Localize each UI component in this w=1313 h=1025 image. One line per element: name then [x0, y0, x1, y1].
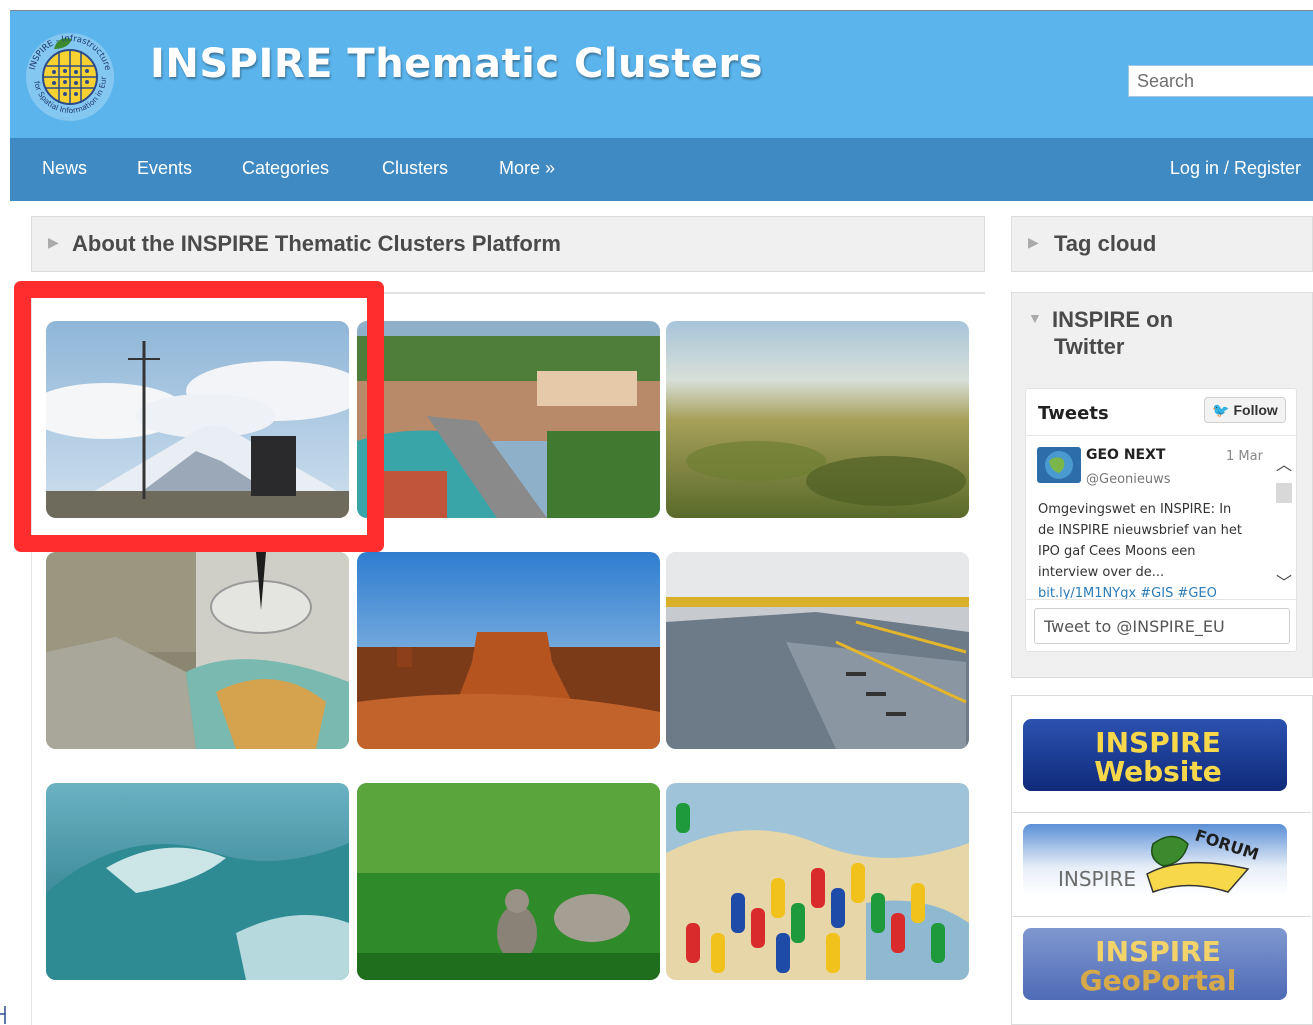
nav-events[interactable]: Events [137, 158, 192, 179]
divider [31, 292, 985, 294]
scrollbar-thumb[interactable] [1276, 483, 1292, 503]
tag-cloud-title: Tag cloud [1054, 231, 1157, 256]
main-nav: News Events Categories Clusters More » L… [10, 138, 1313, 201]
chevron-down-icon[interactable]: ﹀ [1276, 569, 1292, 593]
page-edge-mark-icon [0, 1006, 6, 1024]
tag-cloud-header[interactable]: ▶ Tag cloud [1011, 216, 1313, 272]
tweets-header: Tweets [1038, 403, 1109, 424]
site-title[interactable]: INSPIRE Thematic Clusters [150, 41, 763, 87]
tile-map-compass-relief[interactable] [46, 552, 349, 749]
login-register-link[interactable]: Log in / Register [1170, 158, 1301, 179]
inspire-forum-banner[interactable]: INSPIRE FORUM [1023, 824, 1287, 896]
tile-desert-mesa[interactable] [357, 552, 660, 749]
nav-news[interactable]: News [42, 158, 87, 179]
follow-label: Follow [1233, 402, 1278, 418]
tweet-date[interactable]: 1 Mar [1226, 449, 1263, 464]
nav-categories[interactable]: Categories [242, 158, 329, 179]
tweet-to-input[interactable]: Tweet to @INSPIRE_EU [1034, 608, 1290, 644]
tweet-line: Omgevingswet en INSPIRE: In [1038, 502, 1232, 517]
nav-more[interactable]: More » [499, 158, 555, 179]
banner-geoportal-line2: GeoPortal [1080, 964, 1237, 997]
banner-forum-word: INSPIRE [1058, 867, 1136, 891]
divider [1026, 599, 1298, 600]
tweet-scrollbar[interactable]: ︿ ﹀ [1274, 451, 1294, 601]
search-input[interactable] [1128, 65, 1313, 97]
twitter-bird-icon: 🐦 [1212, 402, 1230, 418]
divider [31, 294, 32, 1025]
tweet-line: de INSPIRE nieuwsbrief van het [1038, 523, 1243, 538]
tile-map-pins[interactable] [666, 783, 969, 980]
twitter-panel-title-2[interactable]: Twitter [1054, 334, 1124, 360]
tweet-text: Omgevingswet en INSPIRE: In de INSPIRE n… [1038, 499, 1242, 604]
chevron-up-icon[interactable]: ︿ [1276, 451, 1292, 475]
tweet-line: interview over de... [1038, 565, 1165, 580]
tile-aerial-landscape[interactable] [666, 321, 969, 518]
tweet-line: IPO gaf Cees Moons een [1038, 544, 1196, 559]
tile-ocean-wave[interactable] [46, 783, 349, 980]
tile-city-bridge-lake[interactable] [357, 321, 660, 518]
twitter-widget: Tweets 🐦 Follow GEO NEXT 1 Mar @Geonieuw… [1025, 388, 1298, 652]
nav-clusters[interactable]: Clusters [382, 158, 448, 179]
about-panel-header[interactable]: ▶ About the INSPIRE Thematic Clusters Pl… [31, 216, 985, 272]
tile-industrial-hall[interactable] [666, 552, 969, 749]
divider [1013, 916, 1311, 917]
divider [1026, 435, 1298, 436]
expand-triangle-icon: ▼ [1028, 310, 1042, 326]
divider [1013, 812, 1311, 813]
tweet-handle[interactable]: @Geonieuws [1086, 472, 1171, 487]
inspire-logo[interactable]: INSPIRE - Infrastructure for Spatial Inf… [24, 21, 116, 129]
twitter-panel-title-1[interactable]: INSPIRE on [1052, 307, 1173, 333]
collapse-triangle-icon: ▶ [1028, 234, 1039, 250]
tweet-author[interactable]: GEO NEXT [1086, 447, 1165, 463]
tile-squirrel-grass[interactable] [357, 783, 660, 980]
geo-next-avatar[interactable] [1037, 447, 1081, 483]
about-panel-title: About the INSPIRE Thematic Clusters Plat… [72, 231, 561, 256]
follow-button[interactable]: 🐦 Follow [1204, 397, 1286, 423]
site-header: INSPIRE - Infrastructure for Spatial Inf… [10, 10, 1313, 139]
collapse-triangle-icon: ▶ [48, 234, 59, 250]
banner-website-line2: Website [1094, 755, 1222, 788]
inspire-website-banner[interactable]: INSPIRE Website [1023, 719, 1287, 791]
tweet-link[interactable]: bit.ly/1M1NYgx #GIS #GEO [1038, 583, 1242, 604]
inspire-geoportal-banner[interactable]: INSPIRE GeoPortal [1023, 928, 1287, 1000]
tile-weather-station-mountain[interactable] [46, 321, 349, 518]
